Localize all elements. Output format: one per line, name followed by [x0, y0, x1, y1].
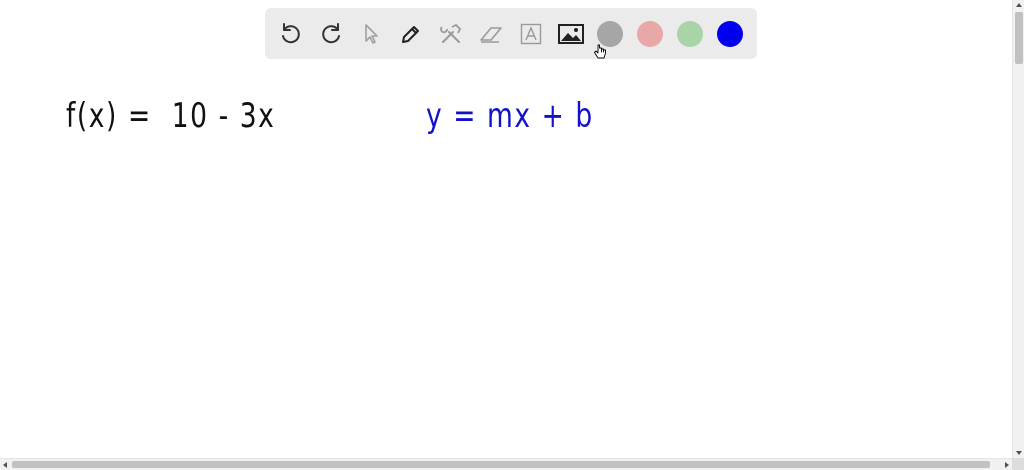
color-swatch-blue[interactable]	[717, 20, 743, 47]
handwritten-equation-function: f(x) = 10 - 3x	[66, 96, 276, 136]
redo-button[interactable]	[317, 20, 345, 48]
scrollbar-corner	[1012, 458, 1024, 470]
tools-icon	[440, 23, 462, 43]
eraser-button[interactable]	[477, 20, 505, 48]
scroll-up-arrow-icon[interactable]	[1016, 3, 1022, 7]
pen-button[interactable]	[397, 20, 425, 48]
redo-icon	[322, 22, 340, 43]
vertical-scrollbar[interactable]	[1012, 0, 1024, 458]
vertical-scroll-thumb[interactable]	[1015, 12, 1023, 64]
select-button[interactable]	[357, 20, 385, 48]
undo-button[interactable]	[277, 20, 305, 48]
pen-icon	[402, 25, 419, 43]
image-button[interactable]	[557, 20, 585, 48]
horizontal-scrollbar[interactable]	[0, 458, 1012, 470]
scroll-right-arrow-icon[interactable]	[1005, 462, 1009, 468]
eraser-icon	[480, 26, 502, 43]
select-pointer-icon	[365, 23, 378, 44]
color-swatch-gray[interactable]	[597, 20, 623, 47]
whiteboard-canvas[interactable]: f(x) = 10 - 3x y = mx + b	[0, 0, 1012, 458]
text-box-icon	[520, 23, 542, 44]
horizontal-scroll-thumb[interactable]	[12, 461, 990, 468]
scroll-left-arrow-icon[interactable]	[3, 462, 7, 468]
hand-cursor-icon	[594, 44, 606, 59]
tools-button[interactable]	[437, 20, 465, 48]
color-swatch-pink[interactable]	[637, 20, 663, 47]
drawing-toolbar	[265, 8, 757, 59]
text-button[interactable]	[517, 20, 545, 48]
color-swatch-green[interactable]	[677, 20, 703, 47]
scroll-down-arrow-icon[interactable]	[1016, 451, 1022, 455]
handwritten-equation-slope-intercept: y = mx + b	[426, 96, 594, 136]
undo-icon	[282, 22, 300, 43]
image-icon	[558, 23, 584, 44]
